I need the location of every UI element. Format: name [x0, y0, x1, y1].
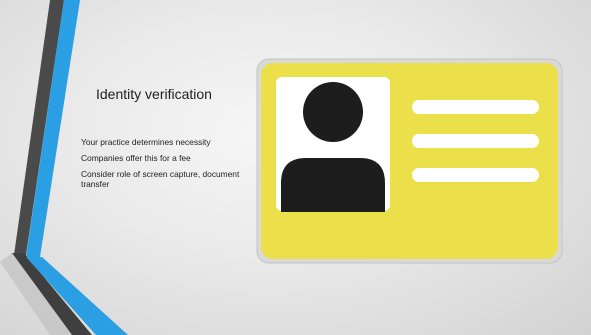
- slide-title: Identity verification: [96, 86, 212, 102]
- bullet-list: Your practice determines necessity Compa…: [81, 137, 241, 195]
- bullet-item: Consider role of screen capture, documen…: [81, 169, 240, 189]
- bullet-item: Your practice determines necessity: [81, 137, 211, 147]
- bullet-item: Companies offer this for a fee: [81, 153, 191, 163]
- card-text-line: [412, 168, 539, 182]
- card-text-line: [412, 134, 539, 148]
- id-card-icon: [256, 58, 563, 264]
- card-text-line: [412, 100, 539, 114]
- slide: Identity verification Your practice dete…: [0, 0, 591, 335]
